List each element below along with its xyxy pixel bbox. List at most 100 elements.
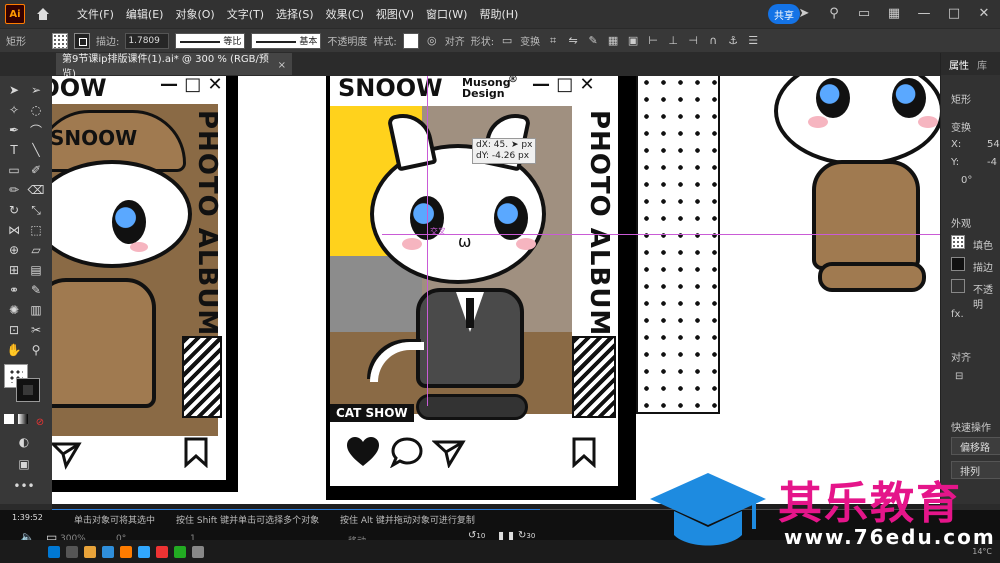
shape-builder-icon[interactable]: ⊕ (6, 242, 22, 258)
paintbrush-icon[interactable]: ✐ (28, 162, 44, 178)
bookmark-icon[interactable] (570, 436, 598, 468)
rectangle-tool-icon[interactable]: ▭ (6, 162, 22, 178)
draw-mode-icon[interactable]: ◐ (16, 434, 32, 450)
fill-swatch[interactable] (52, 32, 68, 49)
offset-path-button[interactable]: 偏移路 (951, 437, 1000, 455)
menu-object[interactable]: 对象(O) (169, 6, 220, 22)
type-tool-icon[interactable]: T (6, 142, 22, 158)
artboard-icon[interactable]: ⊡ (6, 322, 22, 338)
menu-edit[interactable]: 编辑(E) (120, 6, 170, 22)
menu-type[interactable]: 文字(T) (221, 6, 270, 22)
close-icon[interactable]: ✕ (976, 4, 992, 22)
shape-icon[interactable]: ▭ (500, 34, 514, 48)
tab-library[interactable]: 库 (977, 57, 987, 72)
home-icon[interactable] (35, 6, 51, 22)
crop-icon[interactable]: ⌗ (546, 34, 560, 48)
explorer-icon[interactable] (84, 545, 96, 558)
maximize-icon[interactable]: □ (946, 4, 962, 22)
panel-angle-value[interactable]: 0° (961, 175, 972, 186)
panel-y-value[interactable]: -4 (987, 157, 997, 168)
slice-icon[interactable]: ✂ (28, 322, 44, 338)
blend-icon[interactable]: ⚭ (6, 282, 22, 298)
screen-mode-icon[interactable]: ▣ (16, 456, 32, 472)
card-left-bookmark-icon[interactable] (182, 436, 210, 468)
align-center-icon[interactable]: ⊥ (666, 34, 680, 48)
transform-label[interactable]: 变换 (520, 33, 540, 48)
width-tool-icon[interactable]: ⋈ (6, 222, 22, 238)
hand-icon[interactable]: ✋ (6, 342, 22, 358)
search-taskbar-icon[interactable] (66, 545, 78, 558)
mesh-icon[interactable]: ⊞ (6, 262, 22, 278)
rocket-icon[interactable]: ➤ (796, 4, 812, 22)
style-swatch[interactable] (402, 32, 419, 49)
browser-icon[interactable] (102, 545, 114, 558)
panel-fx-label[interactable]: fx. (951, 309, 964, 320)
selection-tool-icon[interactable]: ➤ (6, 82, 22, 98)
magnet-icon[interactable]: ∩ (706, 34, 720, 48)
tab-close-icon[interactable]: × (278, 60, 286, 71)
opacity-label[interactable]: 不透明度 (327, 33, 367, 48)
stroke-swatch[interactable] (74, 32, 90, 49)
gradient-mode-icon[interactable] (18, 414, 28, 424)
menu-view[interactable]: 视图(V) (370, 6, 420, 22)
arrange-icon[interactable]: ▦ (886, 4, 902, 22)
stroke-color-box[interactable] (16, 378, 40, 402)
pen-tool-icon[interactable]: ✒ (6, 122, 22, 138)
align-left-icon[interactable]: ⊢ (646, 34, 660, 48)
tab-properties[interactable]: 属性 (949, 57, 969, 72)
free-transform-icon[interactable]: ⬚ (28, 222, 44, 238)
app-gray-icon[interactable] (192, 545, 204, 558)
direct-selection-icon[interactable]: ➢ (28, 82, 44, 98)
menu-help[interactable]: 帮助(H) (473, 6, 524, 22)
curvature-icon[interactable]: ⌒ (28, 122, 44, 138)
app-logo[interactable]: Ai (5, 4, 25, 24)
variable-width-profile[interactable]: 等比 (175, 32, 246, 49)
lasso-icon[interactable]: ◌ (28, 102, 44, 118)
color-mode-icon[interactable] (4, 414, 14, 424)
brush-definition[interactable]: 基本 (251, 32, 322, 49)
anchor-icon[interactable]: ⚓ (726, 34, 740, 48)
graph-icon[interactable]: ▥ (28, 302, 44, 318)
menu-select[interactable]: 选择(S) (270, 6, 320, 22)
panel-fill-swatch[interactable] (951, 235, 965, 249)
minimize-icon[interactable]: — (916, 4, 932, 22)
panel-align-icon[interactable]: ⊟ (955, 371, 963, 382)
dotted-panel[interactable] (636, 76, 720, 414)
zoom-icon[interactable]: ⚲ (28, 342, 44, 358)
none-mode-icon[interactable]: ⊘ (32, 414, 48, 430)
panel-opacity-icon[interactable] (951, 279, 965, 293)
eraser-icon[interactable]: ⌫ (28, 182, 45, 198)
symbol-sprayer-icon[interactable]: ✺ (6, 302, 22, 318)
photoshop-icon[interactable] (138, 545, 150, 558)
stroke-weight-input[interactable]: 1.7809 (125, 32, 170, 49)
share-icon[interactable] (432, 436, 466, 468)
fill-stroke-widget[interactable] (4, 364, 44, 404)
canvas-area[interactable]: SNOOW — □ ✕ SNOOW PHOTO ALBUM SNOOW Muso… (52, 76, 940, 504)
more-tools-icon[interactable]: ••• (13, 478, 34, 494)
recolor-icon[interactable]: ◎ (425, 34, 439, 48)
pencil-icon[interactable]: ✏ (6, 182, 22, 198)
like-icon[interactable] (346, 436, 380, 468)
align-label[interactable]: 对齐 (445, 33, 465, 48)
pen-icon[interactable]: ✎ (586, 34, 600, 48)
gradient-icon[interactable]: ▤ (28, 262, 44, 278)
workspace-icon[interactable]: ▭ (856, 4, 872, 22)
card-left[interactable]: SNOOW — □ ✕ SNOOW PHOTO ALBUM (52, 76, 238, 492)
app-red-icon[interactable] (156, 545, 168, 558)
eyedropper-icon[interactable]: ✎ (28, 282, 44, 298)
illustrator-icon[interactable] (120, 545, 132, 558)
line-tool-icon[interactable]: ╲ (28, 142, 44, 158)
comment-icon[interactable] (390, 436, 424, 468)
align-right-icon[interactable]: ⊣ (686, 34, 700, 48)
start-icon[interactable] (48, 545, 60, 558)
app-green-icon[interactable] (174, 545, 186, 558)
scale-icon[interactable]: ⤡ (28, 202, 44, 218)
search-icon[interactable]: ⚲ (826, 4, 842, 22)
card-left-send-icon[interactable] (52, 438, 82, 470)
perspective-icon[interactable]: ▱ (28, 242, 44, 258)
magic-wand-icon[interactable]: ✧ (6, 102, 22, 118)
grid-icon[interactable]: ▦ (606, 34, 620, 48)
panel-x-value[interactable]: 54 (987, 139, 1000, 150)
menu-window[interactable]: 窗口(W) (420, 6, 473, 22)
rotate-icon[interactable]: ↻ (6, 202, 22, 218)
